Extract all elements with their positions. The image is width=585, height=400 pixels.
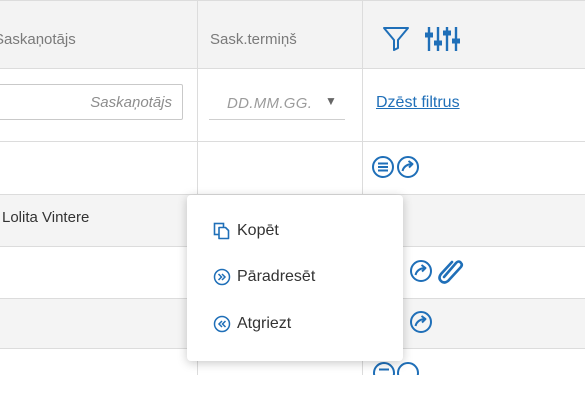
calendar-dropdown-icon[interactable]: ▼ <box>325 94 337 108</box>
column-settings-icon[interactable] <box>425 25 461 53</box>
clear-filters-link[interactable]: Dzēst filtrus <box>376 94 460 112</box>
attachment-icon[interactable] <box>435 255 465 285</box>
return-icon <box>213 315 231 333</box>
deadline-filter-placeholder: DD.MM.GG. <box>227 95 313 112</box>
filter-icon[interactable] <box>382 26 410 52</box>
forward-icon <box>213 268 231 286</box>
context-menu: Kopēt Pāradresēt Atgriezt <box>187 195 403 361</box>
menu-item-forward[interactable]: Pāradresēt <box>213 265 315 289</box>
approver-filter-input[interactable]: Saskaņotājs <box>0 84 183 120</box>
forward-action-icon[interactable] <box>396 155 420 179</box>
forward-action-icon[interactable] <box>409 310 433 334</box>
copy-icon <box>213 222 231 240</box>
column-header-approver[interactable]: Saskaņotājs <box>0 31 76 48</box>
forward-action-icon[interactable] <box>396 361 420 375</box>
menu-item-label: Pāradresēt <box>237 268 316 285</box>
menu-item-copy[interactable]: Kopēt <box>213 219 279 243</box>
approver-cell: Lolita Vintere <box>2 209 90 226</box>
column-header-deadline[interactable]: Sask.termiņš <box>210 31 297 48</box>
menu-item-label: Atgriezt <box>237 315 292 332</box>
menu-item-return[interactable]: Atgriezt <box>213 312 291 336</box>
forward-action-icon[interactable] <box>409 259 433 283</box>
approver-filter-placeholder: Saskaņotājs <box>90 94 172 111</box>
details-icon[interactable] <box>372 361 396 375</box>
deadline-filter-input[interactable]: DD.MM.GG. ▼ <box>209 86 345 120</box>
details-icon[interactable] <box>371 155 395 179</box>
menu-item-label: Kopēt <box>237 222 279 239</box>
